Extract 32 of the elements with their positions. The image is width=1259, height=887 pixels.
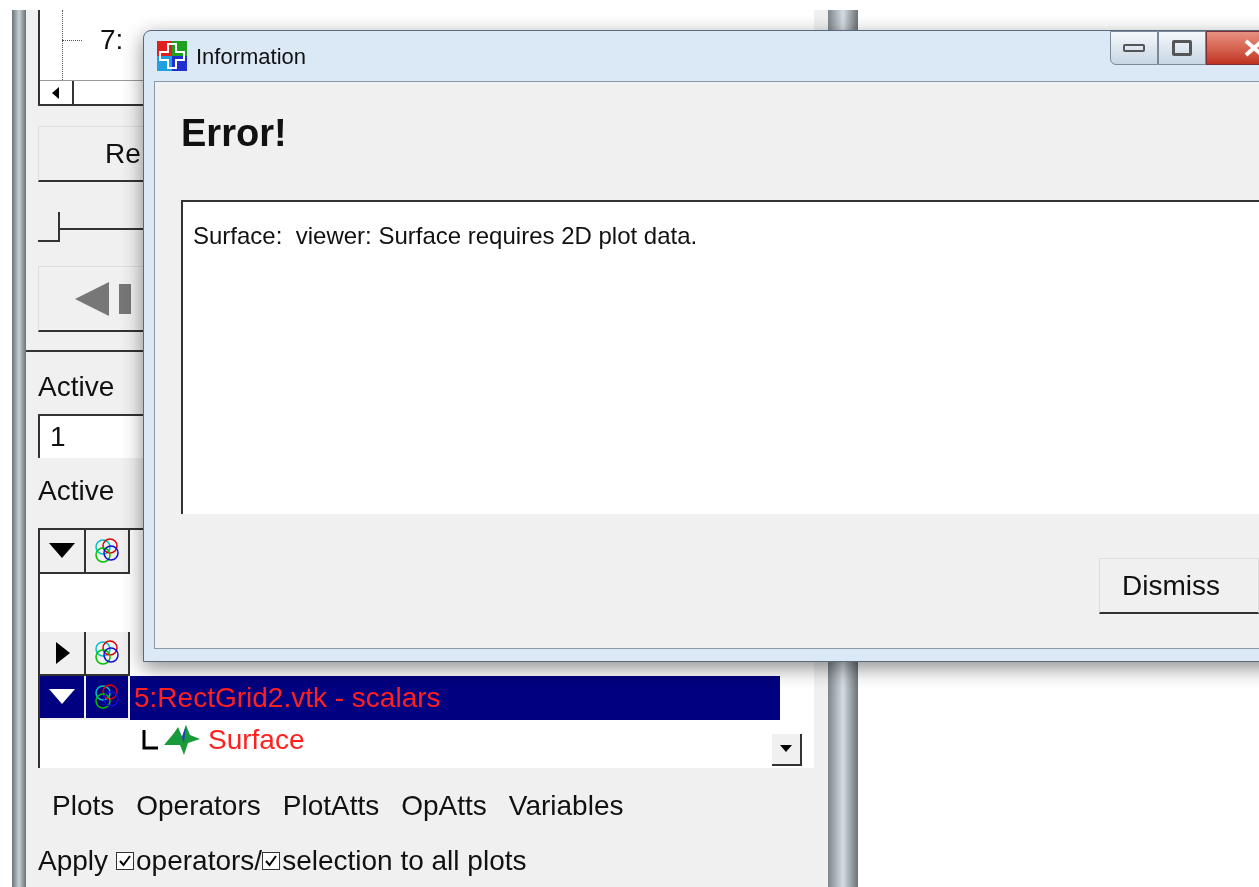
- tab[interactable]: OpAtts: [401, 788, 487, 824]
- tab[interactable]: Variables: [508, 788, 624, 824]
- surface-plot-icon: [162, 723, 202, 757]
- checkbox-label[interactable]: selection to all plots: [282, 840, 527, 882]
- expand-toggle[interactable]: [40, 530, 86, 574]
- minimize-button[interactable]: [1110, 31, 1158, 65]
- tab[interactable]: Operators: [136, 788, 261, 824]
- checkbox[interactable]: [262, 852, 281, 870]
- operator-label: Surface: [208, 723, 305, 757]
- dismiss-button[interactable]: Dismiss: [1099, 558, 1259, 614]
- rings-icon: [92, 638, 122, 668]
- checkbox-label[interactable]: operators/: [136, 840, 263, 882]
- maximize-button[interactable]: [1158, 31, 1206, 65]
- dialog-title: Information: [196, 42, 307, 71]
- error-heading: Error!: [181, 111, 288, 156]
- rings-icon: [92, 536, 122, 566]
- tree-connector: [142, 730, 158, 750]
- close-icon: [1243, 39, 1259, 57]
- checkbox[interactable]: [116, 852, 135, 870]
- rings-icon: [92, 682, 122, 712]
- expand-toggle[interactable]: [40, 632, 86, 676]
- plot-row[interactable]: 5:RectGrid2.vtk - scalars: [40, 676, 780, 720]
- tab[interactable]: PlotAtts: [282, 788, 380, 824]
- apply-label: Apply: [38, 844, 109, 878]
- error-message: Surface: viewer: Surface requires 2D plot data.: [193, 222, 698, 249]
- active-window-label: Active: [38, 370, 116, 404]
- app-icon: [156, 40, 188, 72]
- tab[interactable]: Plots: [52, 788, 115, 824]
- active-plots-label: Active: [38, 474, 116, 508]
- tree-item[interactable]: 7:: [100, 24, 124, 56]
- scroll-down-icon[interactable]: [772, 734, 802, 766]
- plot-label: 5:RectGrid2.vtk - scalars: [133, 681, 441, 715]
